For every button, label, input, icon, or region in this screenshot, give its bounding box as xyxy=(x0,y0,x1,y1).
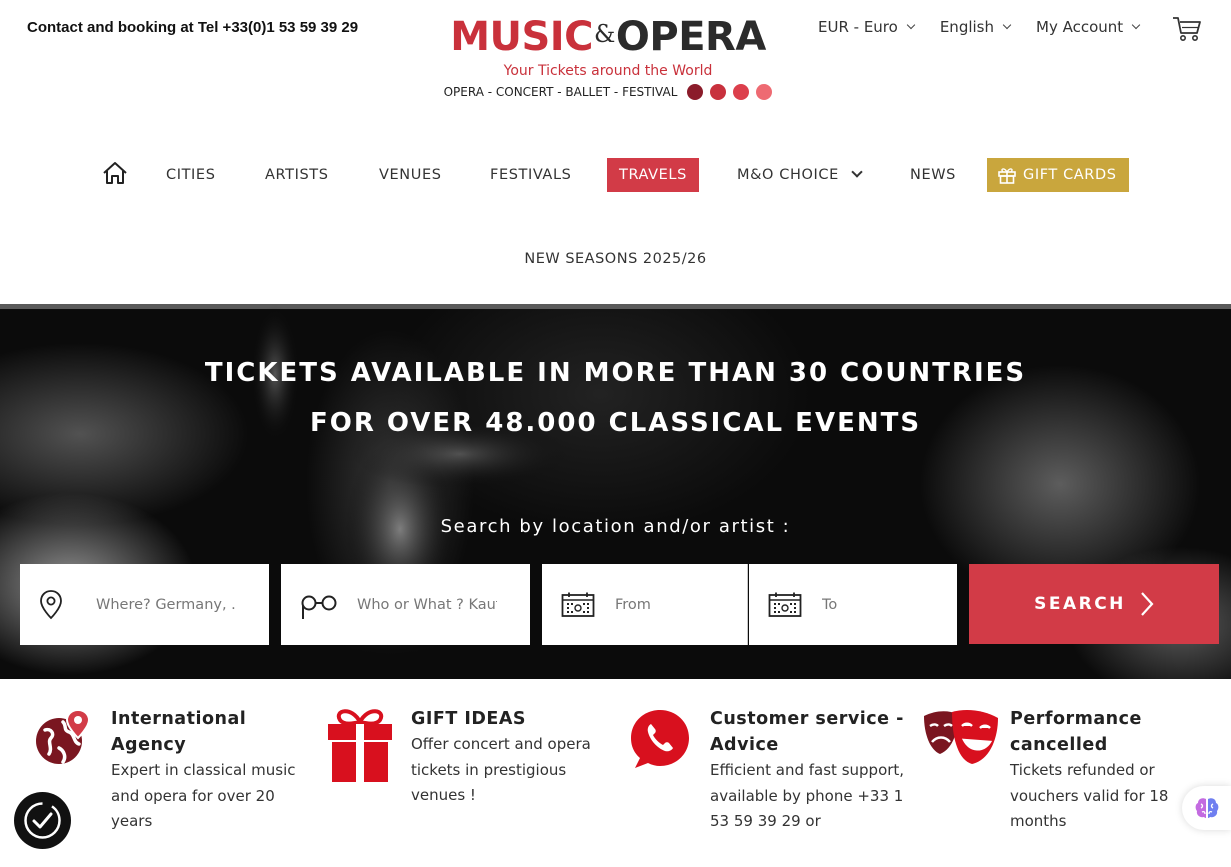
hero-headline-2: FOR OVER 48.000 CLASSICAL EVENTS xyxy=(309,408,922,438)
logo-dot-1 xyxy=(687,84,704,100)
from-date-field[interactable] xyxy=(542,564,748,645)
feature-text: Efficient and fast support, available by… xyxy=(710,761,905,830)
nav-mo-choice-label: M&O CHOICE xyxy=(737,167,839,183)
nav-gift-cards[interactable]: GIFT CARDS xyxy=(987,158,1129,192)
currency-selector[interactable]: EUR - Euro xyxy=(818,18,916,36)
chevron-right-icon xyxy=(1141,592,1154,616)
theater-masks-icon xyxy=(924,710,998,764)
search-button[interactable]: SEARCH xyxy=(969,564,1219,644)
feature-title: GIFT IDEAS xyxy=(411,709,526,729)
logo-genres-text: OPERA - CONCERT - BALLET - FESTIVAL xyxy=(443,85,678,99)
logo-genres: OPERA - CONCERT - BALLET - FESTIVAL xyxy=(432,84,784,100)
chevron-down-icon xyxy=(1131,20,1141,30)
logo-dots xyxy=(687,84,773,100)
chevron-down-icon xyxy=(851,166,863,178)
feature-text: Tickets refunded or vouchers valid for 1… xyxy=(1010,761,1169,830)
nav-artists[interactable]: ARTISTS xyxy=(265,158,329,192)
opera-glasses-icon xyxy=(301,595,337,619)
calendar-icon xyxy=(561,592,595,617)
cart-icon[interactable] xyxy=(1172,15,1202,43)
language-selector[interactable]: English xyxy=(939,18,1012,36)
phone-icon xyxy=(631,710,689,768)
feature-international-agency: International Agency Expert in classical… xyxy=(111,706,301,835)
to-date-field[interactable] xyxy=(749,564,957,645)
accessibility-check-icon xyxy=(24,802,61,839)
feature-title: International Agency xyxy=(111,709,247,755)
nav-gift-cards-label: GIFT CARDS xyxy=(1023,167,1117,183)
header-utility-menu: EUR - Euro English My Account xyxy=(818,18,1165,36)
feature-gift-ideas: GIFT IDEAS Offer concert and opera ticke… xyxy=(411,706,601,809)
feature-text: Expert in classical music and opera for … xyxy=(111,761,296,830)
from-date-input[interactable] xyxy=(615,596,725,613)
feature-title: Performance cancelled xyxy=(1010,709,1142,755)
logo-title: MUSIC&OPERA xyxy=(432,10,784,61)
nav-news[interactable]: NEWS xyxy=(910,158,956,192)
search-button-label: SEARCH xyxy=(1034,594,1126,614)
logo-dot-3 xyxy=(733,84,750,100)
who-field[interactable] xyxy=(281,564,530,645)
logo-dot-4 xyxy=(756,84,773,100)
currency-label: EUR - Euro xyxy=(818,18,898,36)
ai-assistant-button[interactable] xyxy=(1182,786,1231,830)
where-input[interactable] xyxy=(96,596,236,613)
where-field[interactable] xyxy=(20,564,269,645)
brain-icon xyxy=(1195,798,1218,818)
chevron-down-icon xyxy=(1002,20,1012,30)
to-date-input[interactable] xyxy=(822,596,932,613)
chevron-down-icon xyxy=(906,20,916,30)
nav-festivals[interactable]: FESTIVALS xyxy=(490,158,571,192)
site-logo[interactable]: MUSIC&OPERA Your Tickets around the Worl… xyxy=(432,10,784,100)
feature-title: Customer service - Advice xyxy=(710,709,904,755)
accessibility-button[interactable] xyxy=(14,792,71,849)
account-label: My Account xyxy=(1036,18,1124,36)
location-pin-icon xyxy=(40,589,62,619)
nav-venues[interactable]: VENUES xyxy=(379,158,442,192)
logo-dot-2 xyxy=(710,84,727,100)
language-label: English xyxy=(939,18,994,36)
nav-travels[interactable]: TRAVELS xyxy=(607,158,699,192)
hero-banner: TICKETS AVAILABLE IN MORE THAN 30 COUNTR… xyxy=(0,304,1231,679)
new-seasons-link[interactable]: NEW SEASONS 2025/26 xyxy=(0,251,1231,267)
account-menu[interactable]: My Account xyxy=(1036,18,1141,36)
hero-headline-1: TICKETS AVAILABLE IN MORE THAN 30 COUNTR… xyxy=(204,358,1027,388)
gift-card-icon xyxy=(998,168,1016,184)
feature-customer-service: Customer service - Advice Efficient and … xyxy=(710,706,905,835)
logo-opera: OPERA xyxy=(615,14,766,60)
globe-pin-icon xyxy=(36,708,91,764)
feature-performance-cancelled: Performance cancelled Tickets refunded o… xyxy=(1010,706,1190,835)
nav-cities[interactable]: CITIES xyxy=(166,158,216,192)
nav-mo-choice[interactable]: M&O CHOICE xyxy=(737,158,863,192)
feature-text: Offer concert and opera tickets in prest… xyxy=(411,735,591,804)
main-nav: CITIES ARTISTS VENUES FESTIVALS TRAVELS … xyxy=(0,158,1231,194)
contact-phone: Contact and booking at Tel +33(0)1 53 59… xyxy=(27,19,359,36)
search-label: Search by location and/or artist : xyxy=(440,516,791,537)
calendar-icon xyxy=(768,592,802,617)
who-input[interactable] xyxy=(357,596,497,613)
gift-icon xyxy=(328,709,392,782)
logo-music: MUSIC xyxy=(450,14,594,60)
logo-amp: & xyxy=(594,20,615,48)
logo-tagline: Your Tickets around the World xyxy=(503,63,713,79)
